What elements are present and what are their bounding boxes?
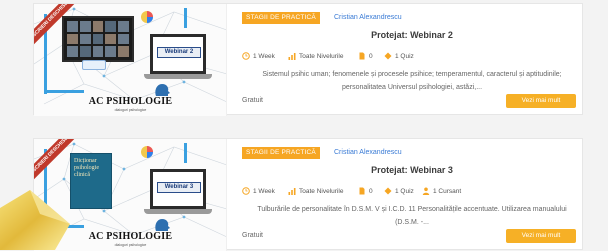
course-thumbnail[interactable]: ÎNSCRIERI DESCHISE Webinar 2 AC PSIHOLOG… (34, 4, 227, 116)
category-tag[interactable]: STAGII DE PRACTICĂ (242, 147, 320, 159)
lessons-count: 0 (369, 52, 373, 60)
head-silhouette-icon (155, 219, 170, 231)
lessons-file-icon (359, 52, 365, 60)
level-text: Toate Nivelurile (299, 52, 344, 60)
duration: 1 Week (242, 185, 275, 197)
course-price: Gratuit (242, 97, 264, 104)
quiz: 1 Quiz (384, 50, 414, 62)
lessons: 0 (358, 185, 373, 197)
quiz-text: 1 Quiz (395, 187, 414, 195)
gold-corner-decoration (0, 190, 70, 250)
duration: 1 Week (242, 50, 275, 62)
head-silhouette-icon (155, 84, 170, 96)
level: Toate Nivelurile (288, 50, 343, 62)
level: Toate Nivelurile (288, 185, 343, 197)
course-meta: 1 Week Toate Nivelurile 0 1 Quiz 1 Cursa… (242, 185, 582, 197)
duration-text: 1 Week (253, 187, 275, 195)
laptop-base (144, 74, 212, 79)
course-description: Sistemul psihic uman; fenomenele și proc… (262, 71, 562, 91)
level-bars-icon (288, 188, 296, 195)
laptop-base (144, 209, 212, 214)
lessons-file-icon (359, 187, 365, 195)
quiz-icon (384, 187, 392, 195)
lessons-count: 0 (369, 187, 373, 195)
course-content: STAGII DE PRACTICĂ Cristian Alexandrescu… (242, 139, 582, 251)
course-price: Gratuit (242, 232, 264, 239)
course-title[interactable]: Protejat: Webinar 2 (242, 30, 582, 40)
colorful-brain-icon (141, 11, 153, 23)
webinar-label: Webinar 3 (157, 182, 201, 193)
clock-icon (242, 52, 250, 60)
course-title[interactable]: Protejat: Webinar 3 (242, 165, 582, 175)
category-tag[interactable]: STAGII DE PRACTICĂ (242, 12, 320, 24)
course-card[interactable]: ÎNSCRIERI DESCHISE Webinar 2 AC PSIHOLOG… (33, 3, 583, 116)
lessons: 0 (358, 50, 373, 62)
view-more-button[interactable]: Vezi mai mult (506, 94, 576, 108)
clock-icon (242, 187, 250, 195)
course-content: STAGII DE PRACTICĂ Cristian Alexandrescu… (242, 4, 582, 116)
brand-subtitle: dialoguri psihologice (114, 108, 147, 112)
quiz-icon (384, 52, 392, 60)
view-more-button[interactable]: Vezi mai mult (506, 229, 576, 243)
book-image: Dicționar psihologie clinică (70, 153, 112, 209)
students-text: 1 Cursant (433, 187, 462, 195)
author-link[interactable]: Cristian Alexandrescu (334, 12, 402, 24)
monitor-image (62, 16, 134, 62)
quiz: 1 Quiz (384, 185, 414, 197)
platform-logo-icon (82, 60, 106, 70)
laptop-screen: Webinar 2 (150, 34, 206, 74)
quiz-text: 1 Quiz (395, 52, 414, 60)
course-card[interactable]: ÎNSCRIERI DESCHISE Dicționar psihologie … (33, 138, 583, 251)
course-meta: 1 Week Toate Nivelurile 0 1 Quiz (242, 50, 582, 62)
level-text: Toate Nivelurile (299, 187, 344, 195)
course-description: Tulburările de personalitate în D.S.M. V… (257, 206, 567, 226)
level-bars-icon (288, 53, 296, 60)
webinar-label: Webinar 2 (157, 47, 201, 58)
book-title: Dicționar psihologie clinică (74, 158, 99, 178)
duration-text: 1 Week (253, 52, 275, 60)
colorful-brain-icon (141, 146, 153, 158)
students-icon (422, 187, 430, 195)
brand-title: AC PSIHOLOGIE (88, 96, 173, 107)
author-link[interactable]: Cristian Alexandrescu (334, 147, 402, 159)
laptop-screen: Webinar 3 (150, 169, 206, 209)
students: 1 Cursant (422, 185, 461, 197)
